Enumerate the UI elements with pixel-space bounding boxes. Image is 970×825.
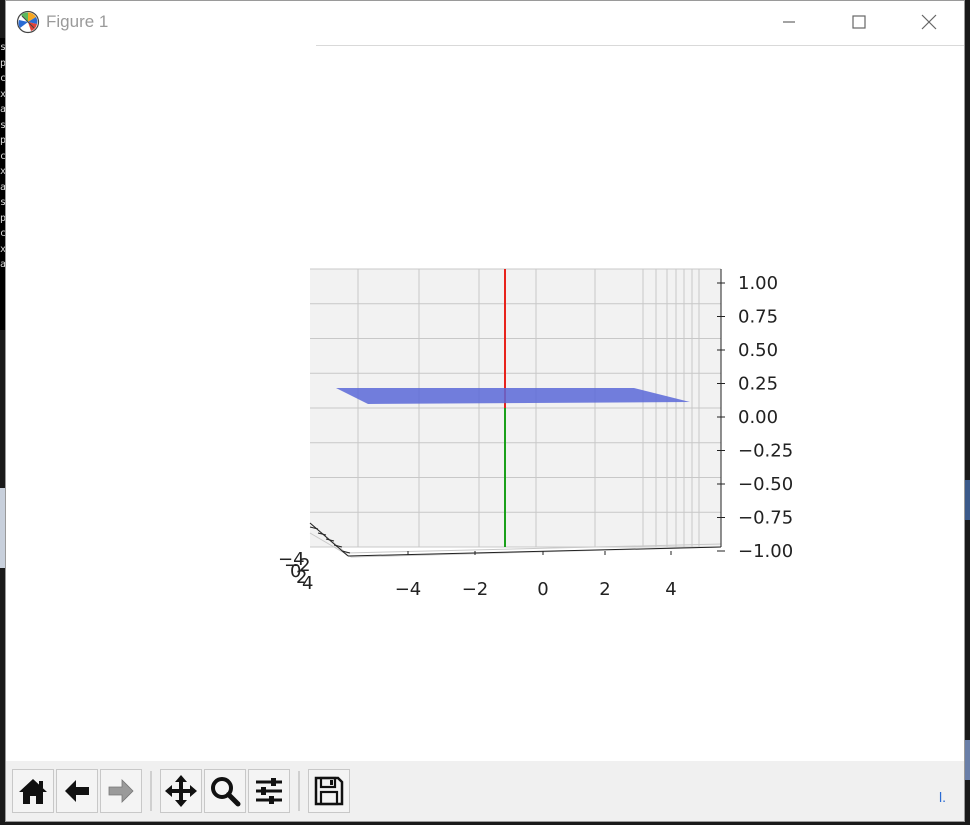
sliders-icon (256, 778, 282, 804)
surface-plane (336, 388, 690, 404)
arrow-right-icon (108, 779, 134, 803)
magnifier-icon (211, 777, 241, 807)
back-button[interactable] (56, 769, 98, 813)
toolbar-separator (150, 771, 152, 811)
z-tick-label: 0.25 (738, 374, 778, 395)
z-tick-label: −0.75 (738, 508, 793, 529)
home-button[interactable] (12, 769, 54, 813)
move-icon (165, 775, 197, 807)
navigation-toolbar: l. (6, 761, 964, 821)
title-separator (316, 45, 964, 46)
plot-3d[interactable]: 1.00 0.75 0.50 0.25 0.00 −0.25 −0.50 −0.75 −1.00… (6, 47, 964, 763)
configure-subplots-button[interactable] (248, 769, 290, 813)
maximize-icon (852, 15, 866, 29)
x-tick-label: 4 (665, 579, 676, 600)
y-tick-label: 4 (302, 573, 313, 594)
matplotlib-logo-icon (16, 10, 40, 34)
coordinate-readout: l. (939, 789, 946, 805)
z-tick-label: −1.00 (738, 541, 793, 562)
z-tick-label: 0.00 (738, 407, 778, 428)
z-tick-label: −0.50 (738, 474, 793, 495)
x-tick-label: −2 (462, 579, 489, 600)
floppy-disk-icon (314, 776, 344, 806)
x-tick-label: 2 (599, 579, 610, 600)
maximize-button[interactable] (824, 1, 894, 43)
pan-button[interactable] (160, 769, 202, 813)
close-button[interactable] (894, 1, 964, 43)
minimize-icon (783, 21, 795, 23)
home-icon (19, 779, 47, 804)
arrow-left-icon (65, 780, 89, 802)
zoom-button[interactable] (204, 769, 246, 813)
title-bar[interactable]: Figure 1 (6, 1, 964, 43)
minimize-button[interactable] (754, 1, 824, 43)
z-tick-label: 0.75 (738, 307, 778, 328)
x-tick-label: 0 (537, 579, 548, 600)
toolbar-separator (298, 771, 300, 811)
close-icon (921, 14, 937, 30)
z-tick-label: −0.25 (738, 441, 793, 462)
z-tick-label: 0.50 (738, 340, 778, 361)
z-tick-label: 1.00 (738, 273, 778, 294)
window-title: Figure 1 (46, 12, 109, 31)
figure-canvas[interactable]: 1.00 0.75 0.50 0.25 0.00 −0.25 −0.50 −0.75 −1.00… (6, 47, 964, 763)
forward-button[interactable] (100, 769, 142, 813)
figure-window: Figure 1 1.00 0.75 0.50 0.25 0.00 −0.25 −0.50 −… (5, 0, 965, 822)
x-tick-label: −4 (395, 579, 422, 600)
save-button[interactable] (308, 769, 350, 813)
